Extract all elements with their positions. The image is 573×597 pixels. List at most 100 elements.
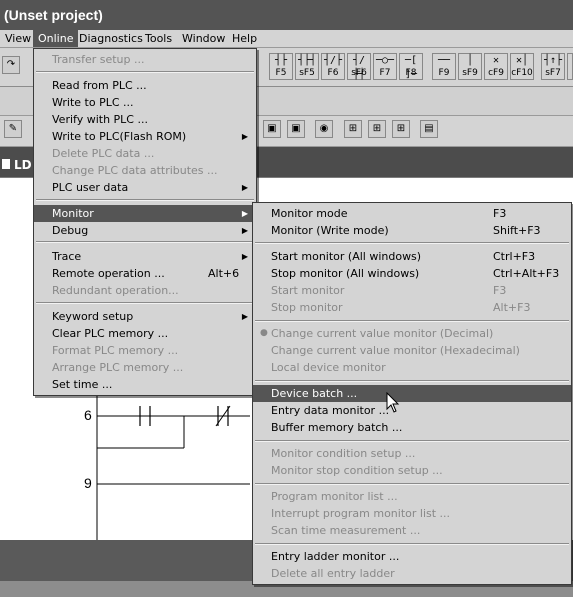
menu-separator — [36, 241, 254, 243]
fkey-f8-instruction[interactable]: ─[ ]─ F8 — [399, 53, 423, 80]
fkey-sf7-rising-edge[interactable]: ┤↑├ sF7 — [541, 53, 565, 80]
menu-item-scan-time-measurement[interactable]: Scan time measurement ... — [253, 522, 571, 539]
menu-item-monitor-write-mode[interactable]: Monitor (Write mode) Shift+F3 — [253, 222, 571, 239]
menu-item-label: Format PLC memory ... — [52, 344, 179, 357]
menu-item-transfer-setup[interactable]: Transfer setup ... — [34, 51, 256, 68]
menu-item-local-device-monitor[interactable]: Local device monitor — [253, 359, 571, 376]
fkey-cf10-delete-vertical[interactable]: ✕│ cF10 — [510, 53, 534, 80]
fkey-f7-coil[interactable]: ─○─ F7 — [373, 53, 397, 80]
menu-item-monitor-mode[interactable]: Monitor mode F3 — [253, 205, 571, 222]
device-batch-icon[interactable]: ▤ — [420, 120, 438, 138]
menu-item-keyword-setup[interactable]: Keyword setup ▶ — [34, 308, 256, 325]
menu-separator — [255, 242, 569, 244]
fkey-label: F7 — [379, 68, 391, 78]
menu-item-label: Redundant operation... — [52, 284, 179, 297]
edit-icon[interactable]: ✎ — [4, 120, 22, 138]
fkey-sf5-parallel-open-contact[interactable]: ┤├┤ sF5 — [295, 53, 319, 80]
menu-item-remote-operation[interactable]: Remote operation ... Alt+6 — [34, 265, 256, 282]
fkey-symbol: ✕ — [492, 55, 500, 66]
menu-separator — [36, 302, 254, 304]
menu-item-delete-plc-data[interactable]: Delete PLC data ... — [34, 145, 256, 162]
menu-item-interrupt-program-list[interactable]: Interrupt program monitor list ... — [253, 505, 571, 522]
menu-item-label: PLC user data — [52, 181, 129, 194]
fkey-sf9-vertical-line[interactable]: │ sF9 — [458, 53, 482, 80]
menu-window[interactable]: Window — [177, 30, 230, 47]
menu-item-label: Verify with PLC ... — [52, 113, 148, 126]
monitor-write-icon[interactable]: ⊞ — [368, 120, 386, 138]
menu-item-start-monitor[interactable]: Start monitor F3 — [253, 282, 571, 299]
menu-item-label: Transfer setup ... — [52, 53, 145, 66]
menu-item-plc-user-data[interactable]: PLC user data ▶ — [34, 179, 256, 196]
menu-item-label: Stop monitor (All windows) — [271, 267, 420, 280]
menu-help[interactable]: Help — [227, 30, 262, 47]
search-device-icon[interactable]: ◉ — [315, 120, 333, 138]
fkey-label: sF7 — [545, 68, 561, 78]
menu-item-label: Remote operation ... — [52, 267, 165, 280]
menu-item-label: Monitor — [52, 207, 94, 220]
menu-item-monitor[interactable]: Monitor ▶ — [34, 205, 256, 222]
menu-item-label: Delete PLC data ... — [52, 147, 155, 160]
menu-item-shortcut: F3 — [493, 284, 507, 297]
menu-item-trace[interactable]: Trace ▶ — [34, 248, 256, 265]
window2-icon[interactable]: ▣ — [287, 120, 305, 138]
menu-item-label: Delete all entry ladder — [271, 567, 395, 580]
mouse-cursor-icon — [386, 392, 400, 413]
fkey-f9-horizontal-line[interactable]: ── F9 — [432, 53, 456, 80]
menu-item-stop-monitor[interactable]: Stop monitor Alt+F3 — [253, 299, 571, 316]
menu-item-change-value-hex[interactable]: Change current value monitor (Hexadecima… — [253, 342, 571, 359]
menu-item-monitor-condition-setup[interactable]: Monitor condition setup ... — [253, 445, 571, 462]
menu-item-program-monitor-list[interactable]: Program monitor list ... — [253, 488, 571, 505]
menu-item-arrange-plc-memory[interactable]: Arrange PLC memory ... — [34, 359, 256, 376]
fkey-cf9-delete-horizontal[interactable]: ✕ cF9 — [484, 53, 508, 80]
menu-item-start-monitor-all[interactable]: Start monitor (All windows) Ctrl+F3 — [253, 248, 571, 265]
menu-item-device-batch[interactable]: Device batch ... — [253, 385, 571, 402]
menu-item-verify-with-plc[interactable]: Verify with PLC ... — [34, 111, 256, 128]
menu-separator — [36, 71, 254, 73]
fkey-f6-closed-contact[interactable]: ┤/├ F6 — [321, 53, 345, 80]
menu-item-format-plc-memory[interactable]: Format PLC memory ... — [34, 342, 256, 359]
fkey-sf6-parallel-closed-contact[interactable]: ┤/├┤ sF6 — [347, 53, 371, 80]
menu-item-entry-ladder-monitor[interactable]: Entry ladder monitor ... — [253, 548, 571, 565]
menu-separator — [255, 380, 569, 382]
menu-item-write-to-plc[interactable]: Write to PLC ... — [34, 94, 256, 111]
menu-item-read-from-plc[interactable]: Read from PLC ... — [34, 77, 256, 94]
menu-item-change-plc-attributes[interactable]: Change PLC data attributes ... — [34, 162, 256, 179]
step-number: 6 — [84, 407, 92, 423]
menu-item-set-time[interactable]: Set time ... — [34, 376, 256, 393]
monitor-stop-icon[interactable]: ⊞ — [392, 120, 410, 138]
menu-item-redundant-operation[interactable]: Redundant operation... — [34, 282, 256, 299]
fkey-more[interactable] — [567, 53, 573, 80]
fkey-label: sF6 — [351, 68, 367, 78]
fkey-symbol: │ — [466, 55, 474, 66]
menu-item-debug[interactable]: Debug ▶ — [34, 222, 256, 239]
fkey-label: F8 — [405, 68, 417, 78]
menu-tools[interactable]: Tools — [140, 30, 177, 47]
menu-item-monitor-stop-condition[interactable]: Monitor stop condition setup ... — [253, 462, 571, 479]
redo-icon[interactable]: ↷ — [2, 56, 20, 74]
menu-item-label: Write to PLC ... — [52, 96, 134, 109]
submenu-arrow-icon: ▶ — [241, 252, 248, 261]
menu-item-buffer-memory-batch[interactable]: Buffer memory batch ... — [253, 419, 571, 436]
menu-item-delete-entry-ladder[interactable]: Delete all entry ladder — [253, 565, 571, 582]
menu-online[interactable]: Online — [33, 30, 79, 47]
fkey-symbol: ✕│ — [515, 55, 529, 66]
menu-diagnostics[interactable]: Diagnostics — [74, 30, 148, 47]
menu-item-clear-plc-memory[interactable]: Clear PLC memory ... — [34, 325, 256, 342]
menu-view[interactable]: View — [0, 30, 36, 47]
submenu-arrow-icon: ▶ — [241, 209, 248, 218]
menu-item-label: Change PLC data attributes ... — [52, 164, 218, 177]
fkey-label: sF5 — [299, 68, 315, 78]
menu-item-shortcut: Ctrl+Alt+F3 — [493, 267, 560, 280]
menu-item-write-flash-rom[interactable]: Write to PLC(Flash ROM) ▶ — [34, 128, 256, 145]
window-icon[interactable]: ▣ — [263, 120, 281, 138]
monitor-icon[interactable]: ⊞ — [344, 120, 362, 138]
ld-tab[interactable]: LD — [0, 156, 32, 174]
fkey-f5-open-contact[interactable]: ┤├ F5 — [269, 53, 293, 80]
menu-item-entry-data-monitor[interactable]: Entry data monitor ... — [253, 402, 571, 419]
fkey-label: cF9 — [488, 68, 504, 78]
menu-item-stop-monitor-all[interactable]: Stop monitor (All windows) Ctrl+Alt+F3 — [253, 265, 571, 282]
menu-item-change-value-decimal[interactable]: ● Change current value monitor (Decimal) — [253, 325, 571, 342]
fkey-label: F6 — [327, 68, 339, 78]
menu-item-label: Program monitor list ... — [271, 490, 398, 503]
fkey-symbol: ┤/├ — [323, 55, 343, 66]
